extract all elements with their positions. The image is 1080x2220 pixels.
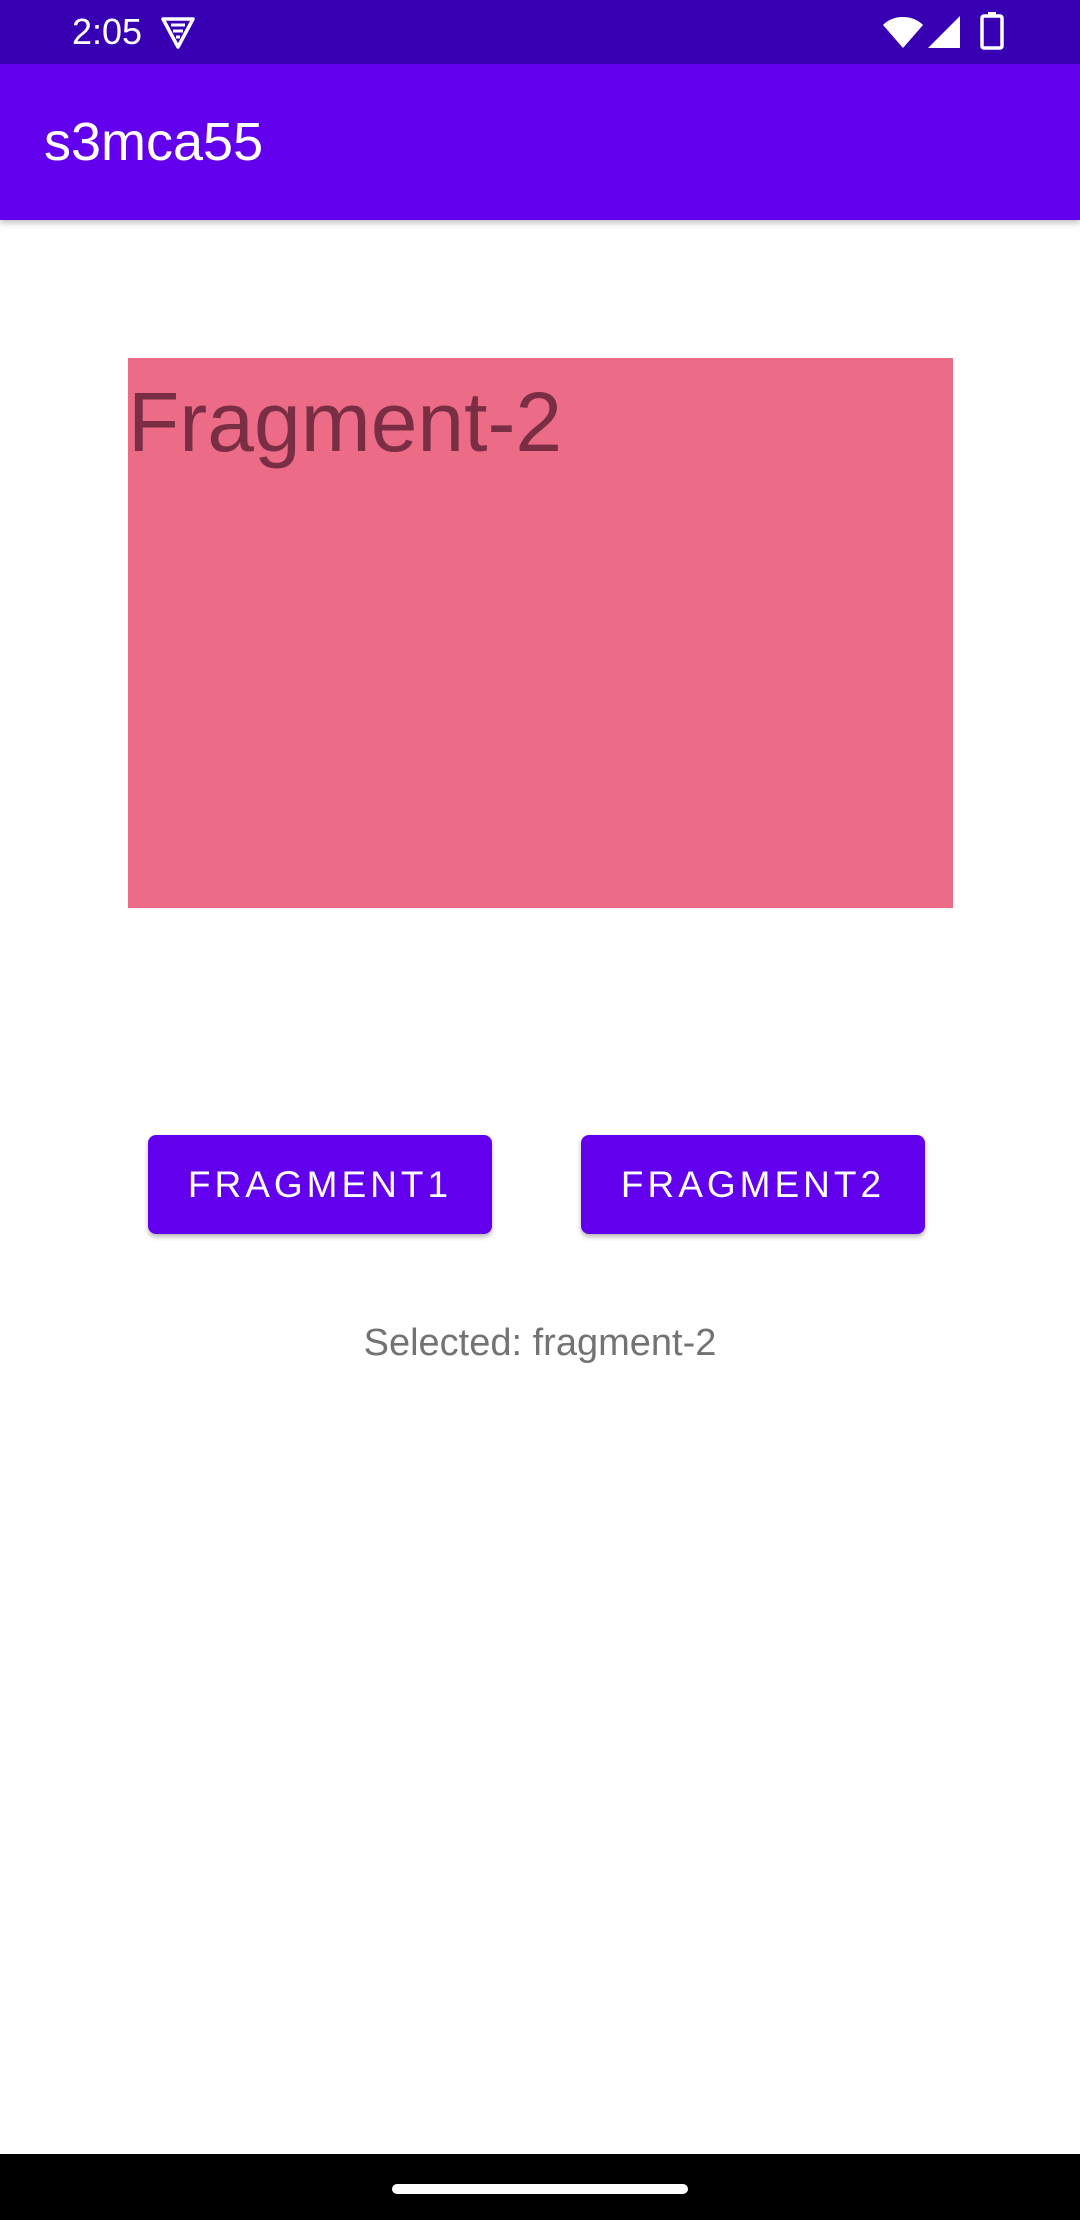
navigation-bar	[0, 2154, 1080, 2220]
fragment-label: Fragment-2	[128, 375, 563, 469]
app-title: s3mca55	[44, 112, 264, 172]
app-screen: 2:05 s3mca55 Fragment-2 FRAGMENT1 FRAGME…	[0, 0, 1080, 2220]
wifi-icon	[883, 17, 923, 48]
fragment-container: Fragment-2	[128, 358, 953, 908]
vpn-key-icon	[161, 17, 195, 49]
fragment2-button[interactable]: FRAGMENT2	[581, 1135, 925, 1234]
battery-icon	[980, 12, 1004, 50]
status-time: 2:05	[72, 11, 143, 52]
cell-signal-icon	[928, 16, 960, 48]
home-gesture-handle[interactable]	[392, 2184, 688, 2194]
status-bar: 2:05	[0, 0, 1080, 64]
fragment1-button[interactable]: FRAGMENT1	[148, 1135, 492, 1234]
selected-status-text: Selected: fragment-2	[363, 1322, 717, 1364]
app-bar: s3mca55	[0, 64, 1080, 220]
